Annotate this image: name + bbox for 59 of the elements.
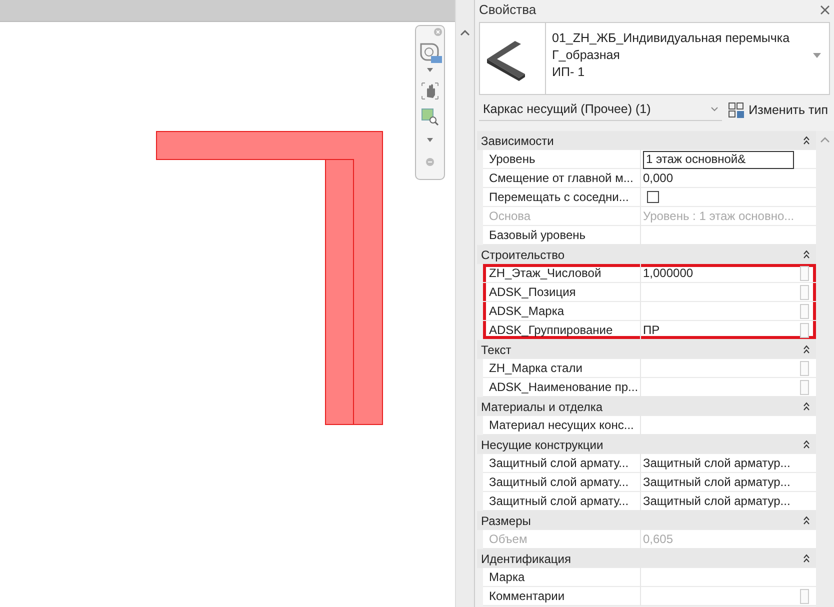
parameter-button[interactable] <box>800 266 810 281</box>
property-value: Защитный слой арматур... <box>643 456 790 470</box>
property-row[interactable]: Уровень 1 этаж основной& <box>483 150 816 169</box>
property-row[interactable]: Защитный слой армату... Защитный слой арматур... <box>483 492 816 511</box>
property-row[interactable]: Защитный слой армату... Защитный слой арматур... <box>483 473 816 492</box>
section-header[interactable]: Строительство <box>477 245 816 264</box>
property-value: Уровень : 1 этаж основно... <box>643 209 794 223</box>
property-row[interactable]: Смещение от главной м... 0,000 <box>483 169 816 188</box>
section-header[interactable]: Зависимости <box>477 131 816 150</box>
property-row[interactable]: Защитный слой армату... Защитный слой арматур... <box>483 454 816 473</box>
dropdown-caret-icon[interactable] <box>813 53 821 58</box>
value-field[interactable]: 1 этаж основной& <box>643 150 794 168</box>
property-row[interactable]: Перемещать с соседни... <box>483 188 816 207</box>
property-value: 0,605 <box>643 532 674 546</box>
caret-icon[interactable] <box>427 138 433 142</box>
parameter-button[interactable] <box>800 589 810 604</box>
panel-title: Свойства <box>479 1 536 20</box>
parameter-button[interactable] <box>800 361 810 376</box>
minimize-icon[interactable] <box>426 158 434 166</box>
property-row[interactable]: Комментарии <box>483 587 816 606</box>
property-row[interactable]: Материал несущих конс... <box>483 416 816 435</box>
type-name-line: 01_ZH_ЖБ_Индивидуальная перемычка <box>552 30 791 47</box>
property-label: Комментарии <box>483 587 641 606</box>
edit-type-icon <box>728 102 745 118</box>
property-value: Защитный слой арматур... <box>643 475 790 489</box>
property-value: 0,000 <box>643 171 674 185</box>
property-row[interactable]: ADSK_Группирование ПР <box>483 321 816 340</box>
zoom-icon[interactable] <box>421 108 439 126</box>
scrollbar[interactable] <box>455 0 474 607</box>
property-value: 1,000000 <box>643 266 694 280</box>
caret-icon[interactable] <box>427 68 433 72</box>
parameter-button[interactable] <box>800 380 810 395</box>
scroll-up-icon[interactable] <box>460 30 470 36</box>
parameter-button[interactable] <box>800 285 810 300</box>
scroll-up-icon[interactable] <box>820 137 830 143</box>
property-row[interactable]: ZH_Марка стали <box>483 359 816 378</box>
section-header[interactable]: Материалы и отделка <box>477 397 816 416</box>
close-icon[interactable] <box>820 5 830 15</box>
property-row[interactable]: ADSK_Позиция <box>483 283 816 302</box>
type-name-line: Г_образная <box>552 47 621 64</box>
property-value: Защитный слой арматур... <box>643 494 790 508</box>
section-header[interactable]: Идентификация <box>477 549 816 568</box>
section-header[interactable]: Текст <box>477 340 816 359</box>
property-row[interactable]: Базовый уровень <box>483 226 816 245</box>
property-row[interactable]: ADSK_Наименование пр... <box>483 378 816 397</box>
checkbox[interactable] <box>647 191 659 203</box>
section-header[interactable]: Несущие конструкции <box>477 435 816 454</box>
property-row[interactable]: ADSK_Марка <box>483 302 816 321</box>
type-name-line: ИП- 1 <box>552 64 586 81</box>
property-row[interactable]: ZH_Этаж_Числовой 1,000000 <box>483 264 816 283</box>
type-selector[interactable]: 01_ZH_ЖБ_Индивидуальная перемычка Г_образная ИП- 1 <box>479 22 830 95</box>
edit-type-button[interactable]: Изменить тип <box>726 100 830 120</box>
parameter-button[interactable] <box>800 304 810 319</box>
parameter-button[interactable] <box>800 323 810 338</box>
caret-icon <box>710 107 718 112</box>
section-header[interactable]: Размеры <box>477 511 816 530</box>
property-row[interactable]: Марка <box>483 568 816 587</box>
property-value: ПР <box>643 323 660 337</box>
pan-icon[interactable] <box>421 82 439 100</box>
